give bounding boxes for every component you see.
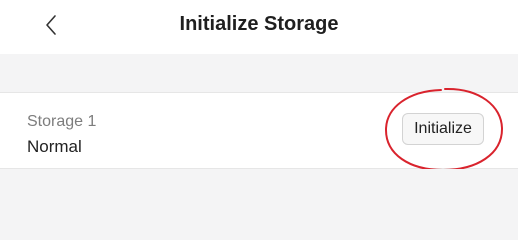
header-bar: Initialize Storage — [0, 0, 518, 54]
initialize-button[interactable]: Initialize — [402, 113, 484, 145]
section-gap — [0, 54, 518, 92]
page-title: Initialize Storage — [179, 13, 339, 35]
storage-status: Normal — [27, 137, 82, 156]
storage-row: Storage 1 Normal Initialize — [0, 92, 518, 169]
storage-name: Storage 1 — [27, 113, 97, 130]
empty-area — [0, 169, 518, 240]
